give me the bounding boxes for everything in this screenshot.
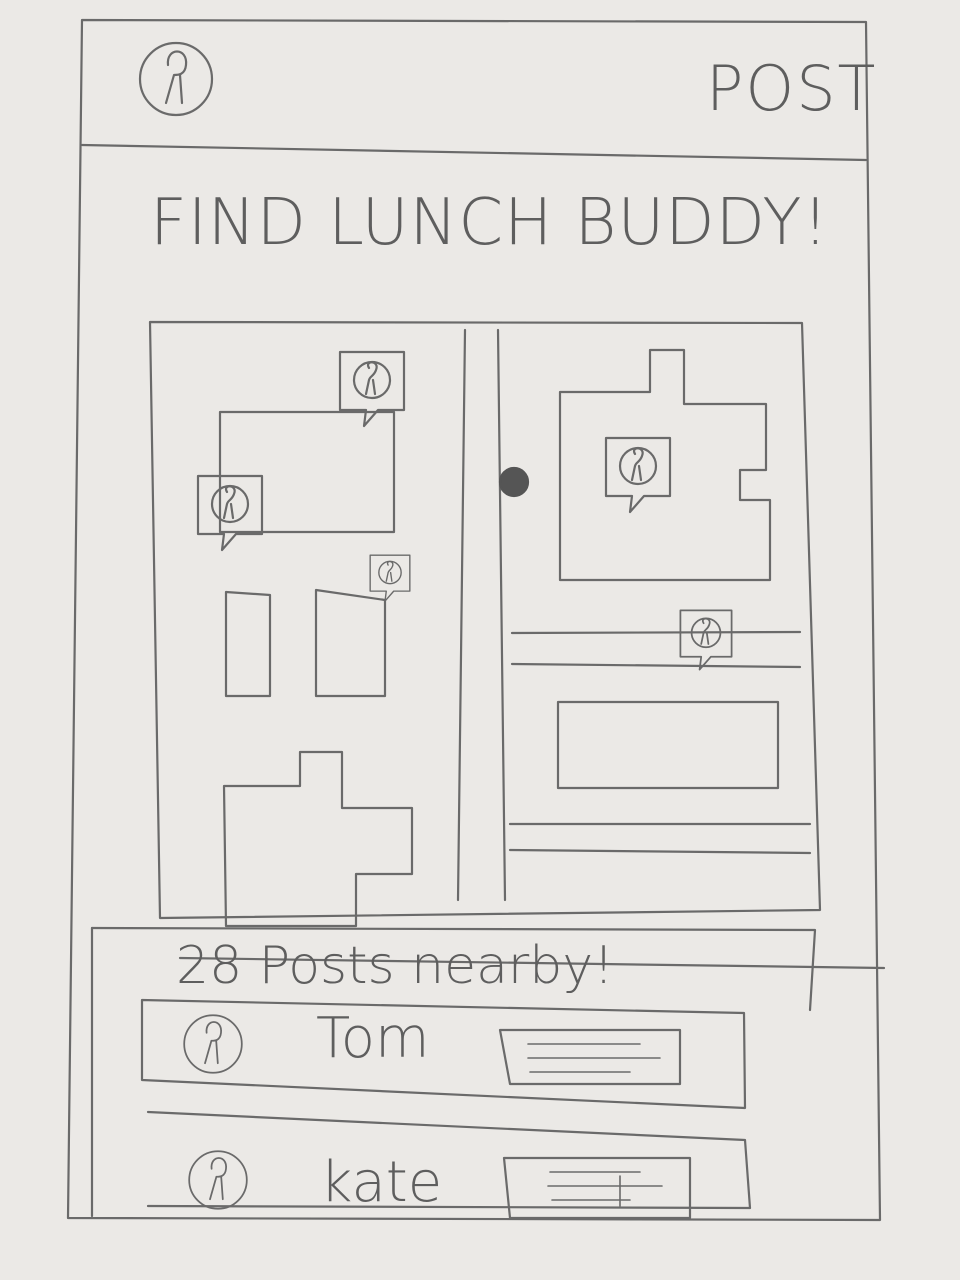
- app-screen: POST FIND LUNCH BUDDY! 28 Posts nearby! …: [0, 0, 960, 1280]
- map-marker-avatar-icon[interactable]: [369, 554, 411, 602]
- map-building: [556, 700, 780, 790]
- map-marker-avatar-icon[interactable]: [196, 474, 264, 552]
- post-preview-box: [498, 1028, 682, 1086]
- map-building: [558, 348, 772, 582]
- map-building: [224, 590, 272, 698]
- post-author-name: kate: [320, 1150, 443, 1215]
- map-view[interactable]: [148, 320, 822, 928]
- post-preview-lines: [527, 1043, 661, 1073]
- post-avatar-icon: [183, 1014, 243, 1074]
- map-road: [510, 630, 802, 635]
- map-building: [314, 588, 387, 698]
- map-road: [508, 848, 812, 855]
- map-road: [510, 662, 802, 669]
- posts-count-label: 28 Posts nearby!: [176, 936, 614, 996]
- page-title: FIND LUNCH BUDDY!: [150, 186, 830, 260]
- location-dot-icon: [498, 466, 530, 498]
- map-building: [222, 750, 414, 928]
- post-row[interactable]: [140, 998, 747, 1110]
- post-author-name: Tom: [316, 1006, 430, 1071]
- post-button[interactable]: POST: [706, 52, 877, 125]
- map-road: [496, 328, 507, 902]
- header-avatar-icon[interactable]: [138, 41, 214, 117]
- post-preview-box: [502, 1156, 692, 1220]
- post-avatar-icon: [188, 1150, 248, 1210]
- map-marker-avatar-icon[interactable]: [679, 609, 733, 671]
- map-road: [456, 328, 467, 902]
- map-marker-avatar-icon[interactable]: [604, 436, 672, 514]
- post-row[interactable]: [146, 1110, 752, 1220]
- header-divider: [80, 143, 868, 162]
- post-preview-lines: [547, 1171, 663, 1207]
